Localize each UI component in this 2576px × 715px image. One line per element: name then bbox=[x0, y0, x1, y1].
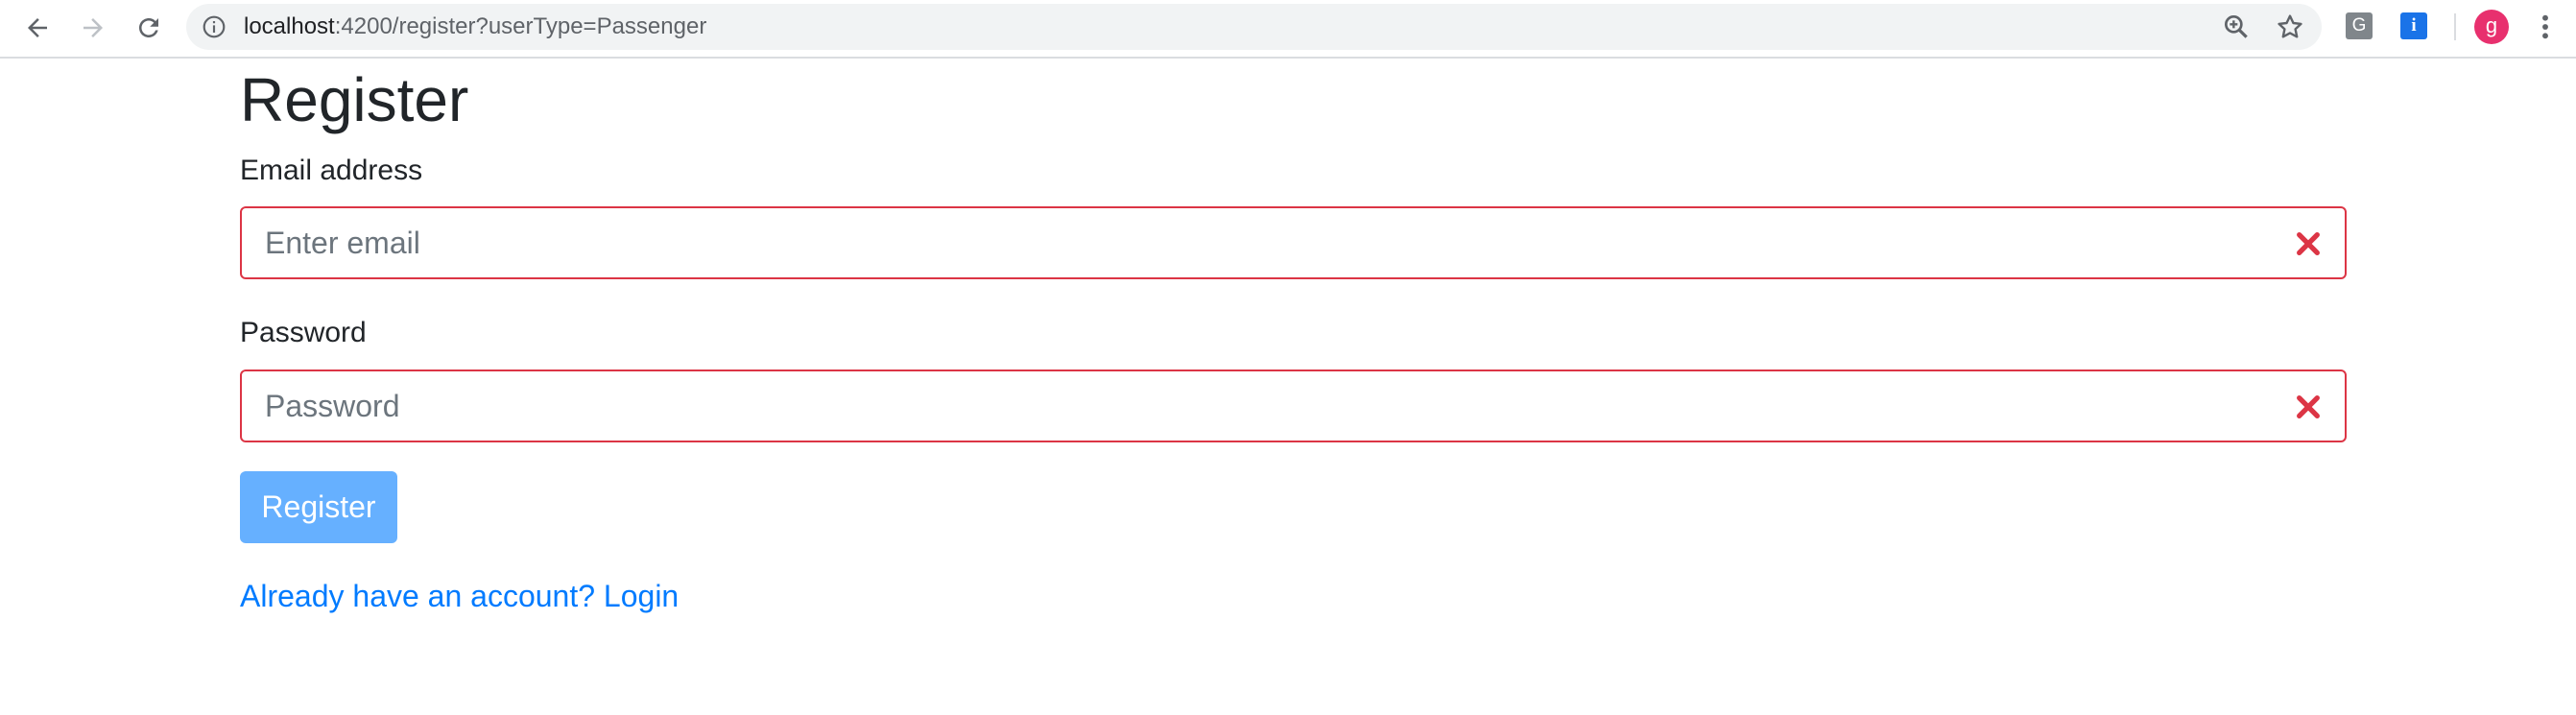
address-bar[interactable]: localhost:4200/register?userType=Passeng… bbox=[186, 4, 2322, 50]
login-link[interactable]: Already have an account? Login bbox=[240, 577, 679, 615]
browser-toolbar: localhost:4200/register?userType=Passeng… bbox=[0, 0, 2576, 59]
more-menu-icon[interactable] bbox=[2536, 12, 2555, 42]
page-title: Register bbox=[240, 65, 469, 134]
email-field-wrapper bbox=[240, 206, 2347, 279]
forward-button[interactable] bbox=[74, 9, 112, 47]
register-button[interactable]: Register bbox=[240, 471, 397, 543]
url-host: localhost bbox=[244, 13, 335, 39]
email-label: Email address bbox=[240, 155, 423, 186]
profile-avatar[interactable]: g bbox=[2474, 10, 2509, 44]
email-field[interactable] bbox=[242, 208, 2345, 277]
info-extension-icon[interactable]: i bbox=[2400, 12, 2427, 39]
invalid-x-icon bbox=[2297, 232, 2320, 255]
password-field-wrapper bbox=[240, 369, 2347, 442]
invalid-x-icon bbox=[2297, 395, 2320, 418]
back-button[interactable] bbox=[18, 9, 57, 47]
info-icon[interactable] bbox=[202, 14, 227, 39]
reload-button[interactable] bbox=[130, 9, 168, 47]
bookmark-star-icon[interactable] bbox=[2275, 12, 2305, 42]
url-text[interactable]: localhost:4200/register?userType=Passeng… bbox=[244, 4, 706, 50]
arrow-right-icon bbox=[83, 18, 103, 37]
g-extension-icon[interactable]: G bbox=[2346, 12, 2373, 39]
reload-icon bbox=[139, 18, 158, 37]
arrow-left-icon bbox=[28, 18, 47, 37]
zoom-icon[interactable] bbox=[2221, 12, 2252, 42]
password-field[interactable] bbox=[242, 371, 2345, 441]
password-label: Password bbox=[240, 317, 367, 348]
toolbar-divider bbox=[2454, 13, 2456, 40]
url-path: :4200/register?userType=Passenger bbox=[334, 13, 707, 39]
